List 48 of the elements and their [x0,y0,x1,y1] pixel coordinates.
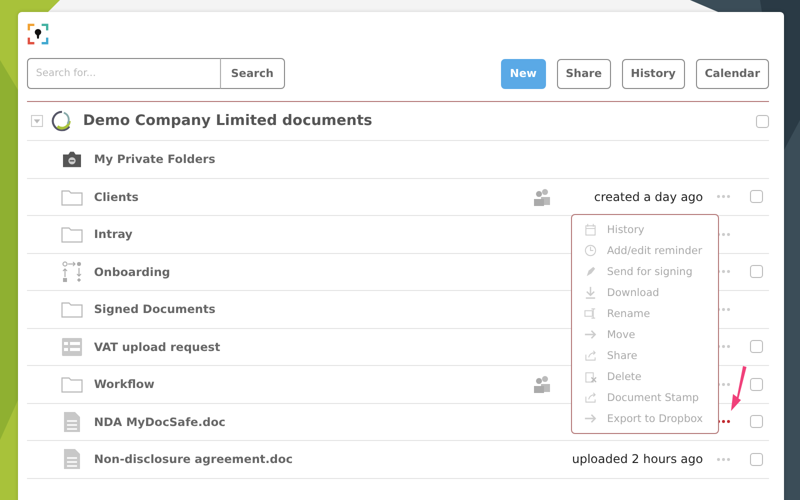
item-name[interactable]: My Private Folders [94,152,533,166]
logo-icon [27,22,49,46]
item-name[interactable]: Intray [94,227,533,242]
checkbox[interactable] [750,378,762,391]
checkbox[interactable] [750,452,762,466]
locked-folder-icon [62,150,82,168]
arrow-icon [584,412,597,426]
item-name[interactable]: Workflow [94,377,533,392]
company-title: Demo Company Limited documents [83,113,374,129]
document-icon [63,410,81,433]
pen-icon [584,265,597,278]
download-icon [584,286,597,300]
delete-icon [584,370,597,384]
search-button[interactable]: Search [220,58,285,89]
share-icon [584,391,597,404]
item-name[interactable]: Onboarding [94,264,533,279]
collapse-toggle[interactable] [31,115,43,127]
toolbar-button[interactable]: Share [556,58,611,88]
date-text: uploaded 2 hours ago [571,452,703,466]
folder-icon [61,188,83,206]
workflow-icon [62,260,82,283]
checkbox[interactable] [750,265,762,278]
toolbar-button[interactable]: History [622,58,685,88]
checkbox[interactable] [750,415,762,428]
checkbox[interactable] [750,340,762,354]
checkbox[interactable] [756,114,769,128]
form-icon [61,336,83,357]
pointer-arrow [729,366,747,412]
toolbar-button[interactable]: Calendar [696,58,769,88]
item-name[interactable]: Non-disclosure agreement.doc [94,452,533,466]
document-icon [63,448,81,470]
folder-icon [61,300,83,318]
item-name[interactable]: VAT upload request [94,340,533,354]
item-name[interactable]: NDA MyDocSafe.doc [94,414,533,429]
item-name[interactable]: Clients [94,190,533,204]
calendar-icon [584,223,597,236]
date-text: created a day ago [593,190,703,204]
search-input[interactable]: Search for... [28,59,220,88]
caret-icon [33,117,41,125]
clock-icon [584,244,597,258]
company-logo-icon [51,110,73,132]
arrow-icon [584,328,597,342]
share-icon [584,349,597,362]
item-name[interactable]: Signed Documents [94,302,533,316]
folder-icon [61,225,83,244]
rename-icon [584,307,597,320]
folder-icon [61,375,83,394]
checkbox[interactable] [750,190,762,204]
